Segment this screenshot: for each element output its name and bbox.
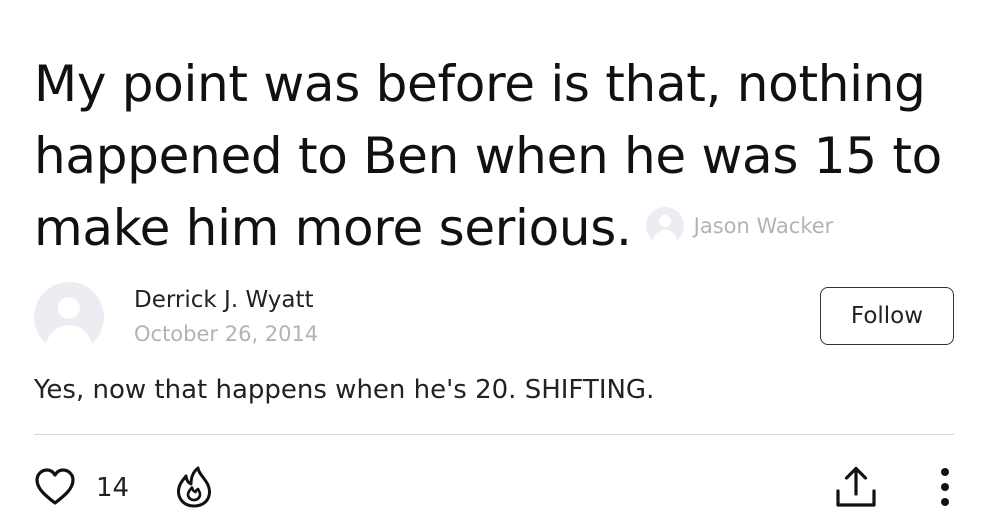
comment-author-name[interactable]: Derrick J. Wyatt — [134, 286, 314, 314]
heart-icon[interactable] — [34, 467, 76, 507]
comment-date: October 26, 2014 — [134, 322, 319, 346]
like-count: 14 — [96, 473, 130, 503]
quote-text-block: My point was before is that, nothing hap… — [34, 48, 964, 264]
share-icon[interactable] — [834, 464, 878, 510]
divider — [34, 434, 954, 435]
action-bar: 14 — [34, 462, 954, 514]
quote-author-name[interactable]: Jason Wacker — [694, 214, 834, 238]
comment-text: Yes, now that happens when he's 20. SHIF… — [34, 375, 655, 405]
more-icon[interactable] — [934, 465, 956, 509]
follow-button[interactable]: Follow — [820, 287, 954, 345]
fire-icon[interactable] — [174, 465, 214, 509]
comment-header: Derrick J. Wyatt October 26, 2014 Follow — [34, 282, 954, 352]
avatar[interactable] — [34, 282, 104, 352]
quote-author[interactable]: Jason Wacker — [645, 206, 834, 245]
quote-author-avatar — [645, 206, 684, 245]
